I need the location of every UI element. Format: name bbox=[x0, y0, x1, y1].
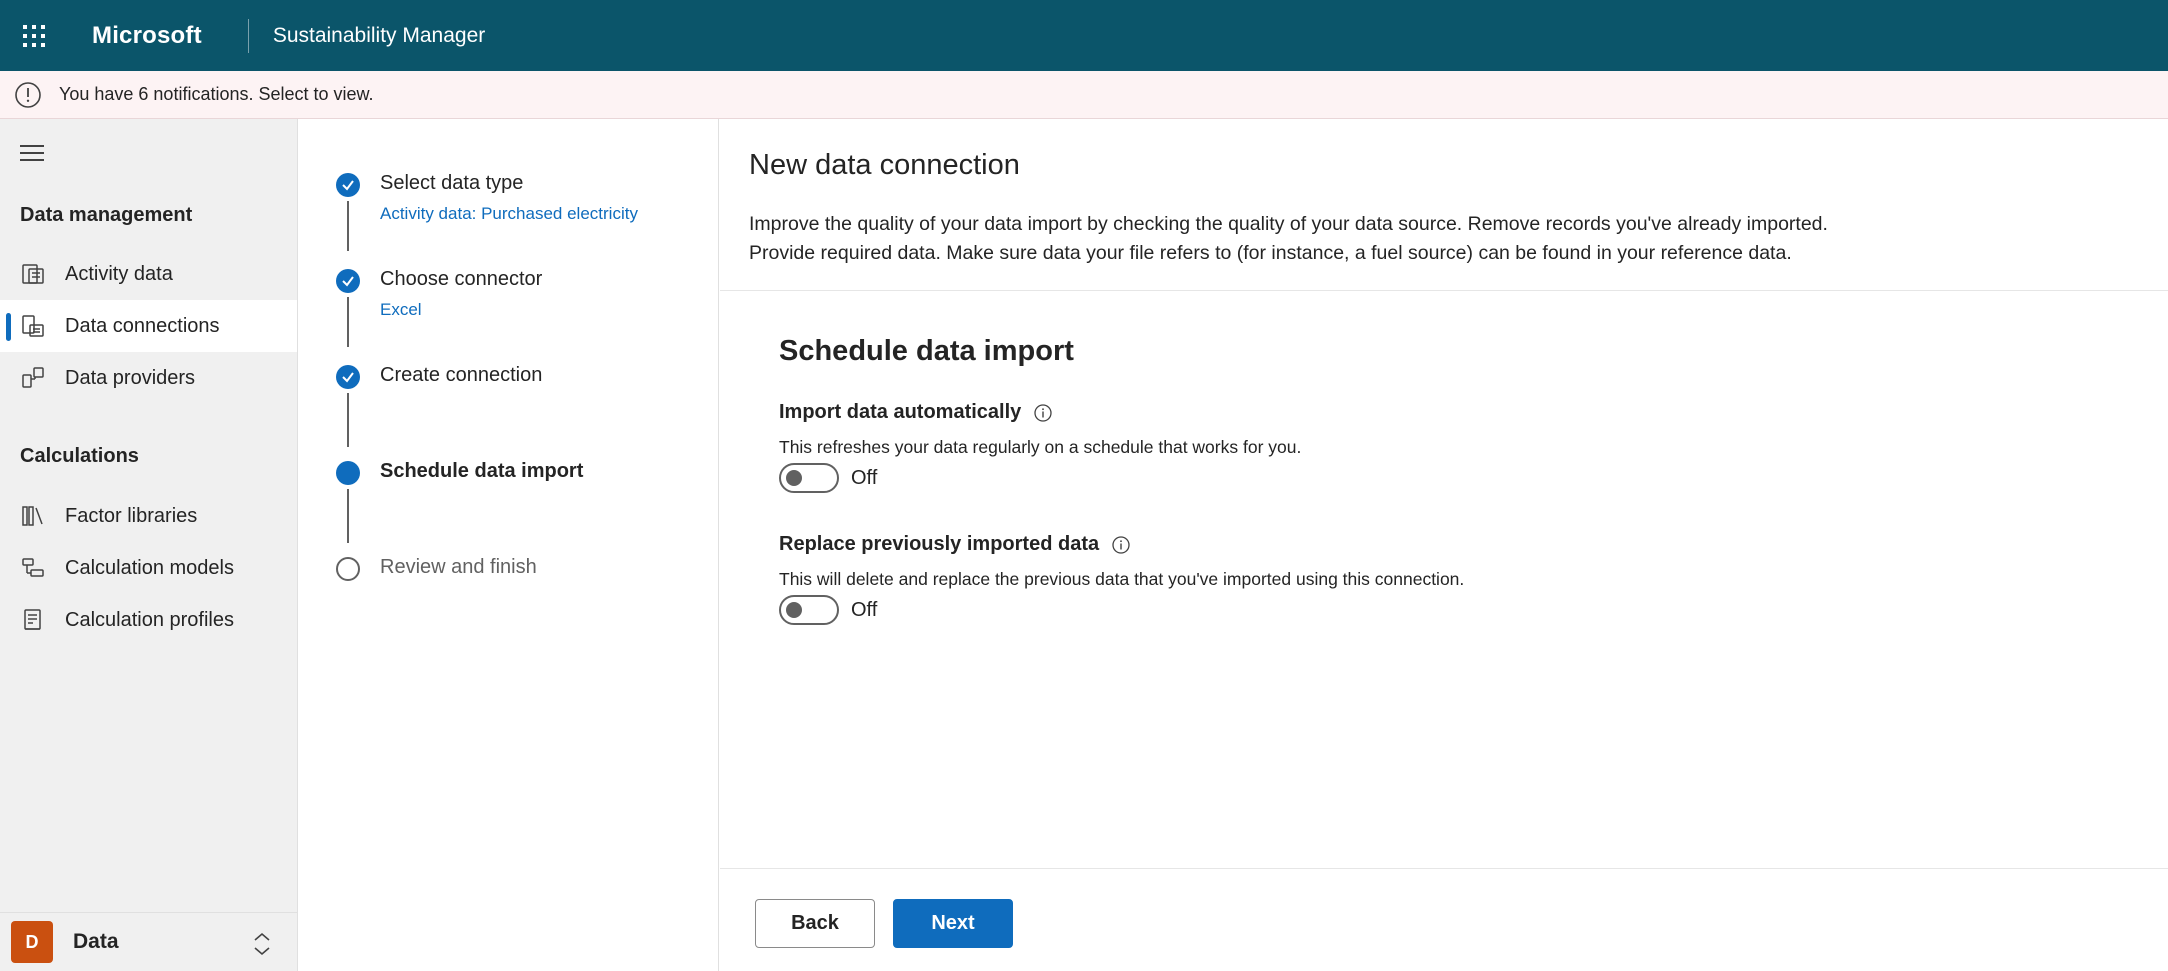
calculation-models-icon bbox=[20, 555, 46, 581]
import-automatically-toggle-row: Off bbox=[779, 463, 877, 493]
sidebar-item-label: Calculation models bbox=[65, 556, 234, 579]
step-complete-icon bbox=[336, 365, 360, 389]
step-subtitle-connector[interactable]: Excel bbox=[380, 300, 422, 320]
factor-libraries-icon bbox=[20, 503, 46, 529]
replace-data-toggle-row: Off bbox=[779, 595, 877, 625]
app-name[interactable]: Sustainability Manager bbox=[273, 24, 485, 48]
step-connector bbox=[347, 393, 349, 447]
step-title-create-connection[interactable]: Create connection bbox=[380, 364, 542, 387]
nav-section-data-management: Data management bbox=[20, 204, 193, 226]
step-connector bbox=[347, 489, 349, 543]
import-automatically-label: Import data automatically bbox=[779, 401, 1053, 424]
back-button[interactable]: Back bbox=[755, 899, 875, 948]
replace-data-label: Replace previously imported data bbox=[779, 533, 1131, 556]
notification-bar[interactable]: You have 6 notifications. Select to view… bbox=[0, 71, 2168, 119]
data-providers-icon bbox=[20, 365, 46, 391]
header-divider bbox=[720, 290, 2168, 291]
sidebar-item-data-providers[interactable]: Data providers bbox=[0, 352, 297, 404]
warning-circle-icon bbox=[15, 81, 41, 108]
step-current-icon bbox=[336, 461, 360, 485]
description-line-2: Provide required data. Make sure data yo… bbox=[749, 242, 1792, 264]
wizard-stepper: Select data type Activity data: Purchase… bbox=[299, 119, 719, 971]
step-title-choose-connector[interactable]: Choose connector bbox=[380, 268, 542, 291]
step-title-select-data-type[interactable]: Select data type bbox=[380, 172, 523, 195]
left-navigation: Data management Activity data Data conne… bbox=[0, 119, 298, 971]
environment-switcher[interactable]: D Data bbox=[0, 912, 297, 971]
section-title: Schedule data import bbox=[779, 335, 1074, 367]
replace-data-help: This will delete and replace the previou… bbox=[779, 569, 1465, 589]
sidebar-item-activity-data[interactable]: Activity data bbox=[0, 248, 297, 300]
toggle-state-label: Off bbox=[851, 466, 878, 489]
info-icon[interactable] bbox=[1033, 403, 1053, 423]
sidebar-item-label: Calculation profiles bbox=[65, 608, 234, 631]
data-connections-icon bbox=[20, 313, 46, 339]
sidebar-item-calculation-profiles[interactable]: Calculation profiles bbox=[0, 594, 297, 646]
replace-data-toggle[interactable] bbox=[779, 595, 839, 625]
step-title-review-and-finish: Review and finish bbox=[380, 556, 537, 578]
sidebar-item-calculation-models[interactable]: Calculation models bbox=[0, 542, 297, 594]
import-automatically-toggle[interactable] bbox=[779, 463, 839, 493]
activity-data-icon bbox=[20, 261, 46, 287]
brand-name[interactable]: Microsoft bbox=[92, 22, 202, 50]
hamburger-icon[interactable] bbox=[18, 139, 46, 167]
page-title: New data connection bbox=[749, 149, 1020, 181]
environment-label: Data bbox=[73, 930, 119, 953]
sidebar-item-data-connections[interactable]: Data connections bbox=[0, 300, 297, 352]
avatar: D bbox=[11, 921, 53, 963]
step-connector bbox=[347, 201, 349, 251]
footer-divider bbox=[720, 868, 2168, 869]
step-title-schedule-data-import[interactable]: Schedule data import bbox=[380, 460, 583, 483]
field-label-text: Replace previously imported data bbox=[779, 533, 1100, 555]
description-line-1: Improve the quality of your data import … bbox=[749, 213, 1828, 235]
chevron-up-down-icon[interactable] bbox=[249, 929, 275, 959]
sidebar-item-label: Data providers bbox=[65, 366, 196, 389]
step-complete-icon bbox=[336, 173, 360, 197]
sidebar-item-label: Activity data bbox=[65, 262, 173, 285]
calculation-profiles-icon bbox=[20, 607, 46, 633]
info-icon[interactable] bbox=[1111, 535, 1131, 555]
toggle-state-label: Off bbox=[851, 598, 878, 621]
step-pending-icon bbox=[336, 557, 360, 581]
main-panel: New data connection Improve the quality … bbox=[720, 119, 2168, 971]
field-label-text: Import data automatically bbox=[779, 401, 1022, 423]
step-subtitle-data-type[interactable]: Activity data: Purchased electricity bbox=[380, 204, 638, 224]
sidebar-item-label: Data connections bbox=[65, 314, 220, 337]
nav-section-calculations: Calculations bbox=[20, 445, 139, 467]
import-automatically-help: This refreshes your data regularly on a … bbox=[779, 437, 1302, 457]
page-description: Improve the quality of your data import … bbox=[749, 210, 2149, 268]
toggle-knob bbox=[786, 470, 802, 486]
top-app-bar: Microsoft Sustainability Manager bbox=[0, 0, 2168, 71]
step-connector bbox=[347, 297, 349, 347]
notification-text: You have 6 notifications. Select to view… bbox=[59, 84, 374, 104]
toggle-knob bbox=[786, 602, 802, 618]
waffle-icon[interactable] bbox=[0, 0, 68, 71]
header-divider bbox=[247, 18, 249, 53]
sidebar-item-factor-libraries[interactable]: Factor libraries bbox=[0, 490, 297, 542]
next-button[interactable]: Next bbox=[893, 899, 1013, 948]
step-complete-icon bbox=[336, 269, 360, 293]
sidebar-item-label: Factor libraries bbox=[65, 504, 198, 527]
